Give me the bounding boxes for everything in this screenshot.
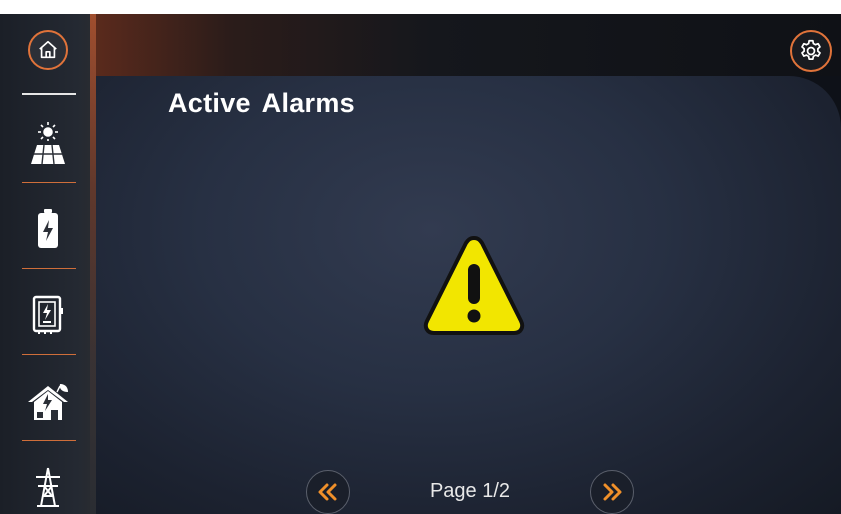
settings-button[interactable] xyxy=(790,30,832,72)
gear-icon xyxy=(801,39,821,60)
power-tower-icon xyxy=(36,467,60,507)
sidebar-item-battery[interactable] xyxy=(10,192,86,266)
sidebar-item-inverter[interactable] xyxy=(10,278,86,352)
eco-house-icon xyxy=(28,384,68,420)
sidebar-divider xyxy=(22,268,76,269)
top-bar xyxy=(96,14,841,76)
sidebar xyxy=(0,14,96,514)
double-chevron-left-icon xyxy=(318,483,337,501)
sidebar-divider xyxy=(22,182,76,183)
sidebar-divider xyxy=(22,354,76,355)
inverter-icon xyxy=(32,295,63,334)
warning-icon xyxy=(423,236,525,335)
app-frame: Active Alarms Page 1/2 xyxy=(0,14,841,514)
previous-page-button[interactable] xyxy=(306,470,350,514)
sidebar-divider xyxy=(22,440,76,441)
sidebar-item-home-load[interactable] xyxy=(10,364,86,438)
page-indicator: Page 1/2 xyxy=(429,480,511,502)
home-icon xyxy=(39,40,57,59)
home-button[interactable] xyxy=(28,30,68,70)
solar-panel-icon xyxy=(31,122,65,165)
next-page-button[interactable] xyxy=(590,470,634,514)
sidebar-divider xyxy=(22,93,76,95)
sidebar-item-solar[interactable] xyxy=(10,106,86,180)
battery-icon xyxy=(38,209,58,248)
sidebar-item-grid[interactable] xyxy=(10,450,86,514)
page-title: Active Alarms xyxy=(168,88,355,118)
double-chevron-right-icon xyxy=(603,483,622,501)
